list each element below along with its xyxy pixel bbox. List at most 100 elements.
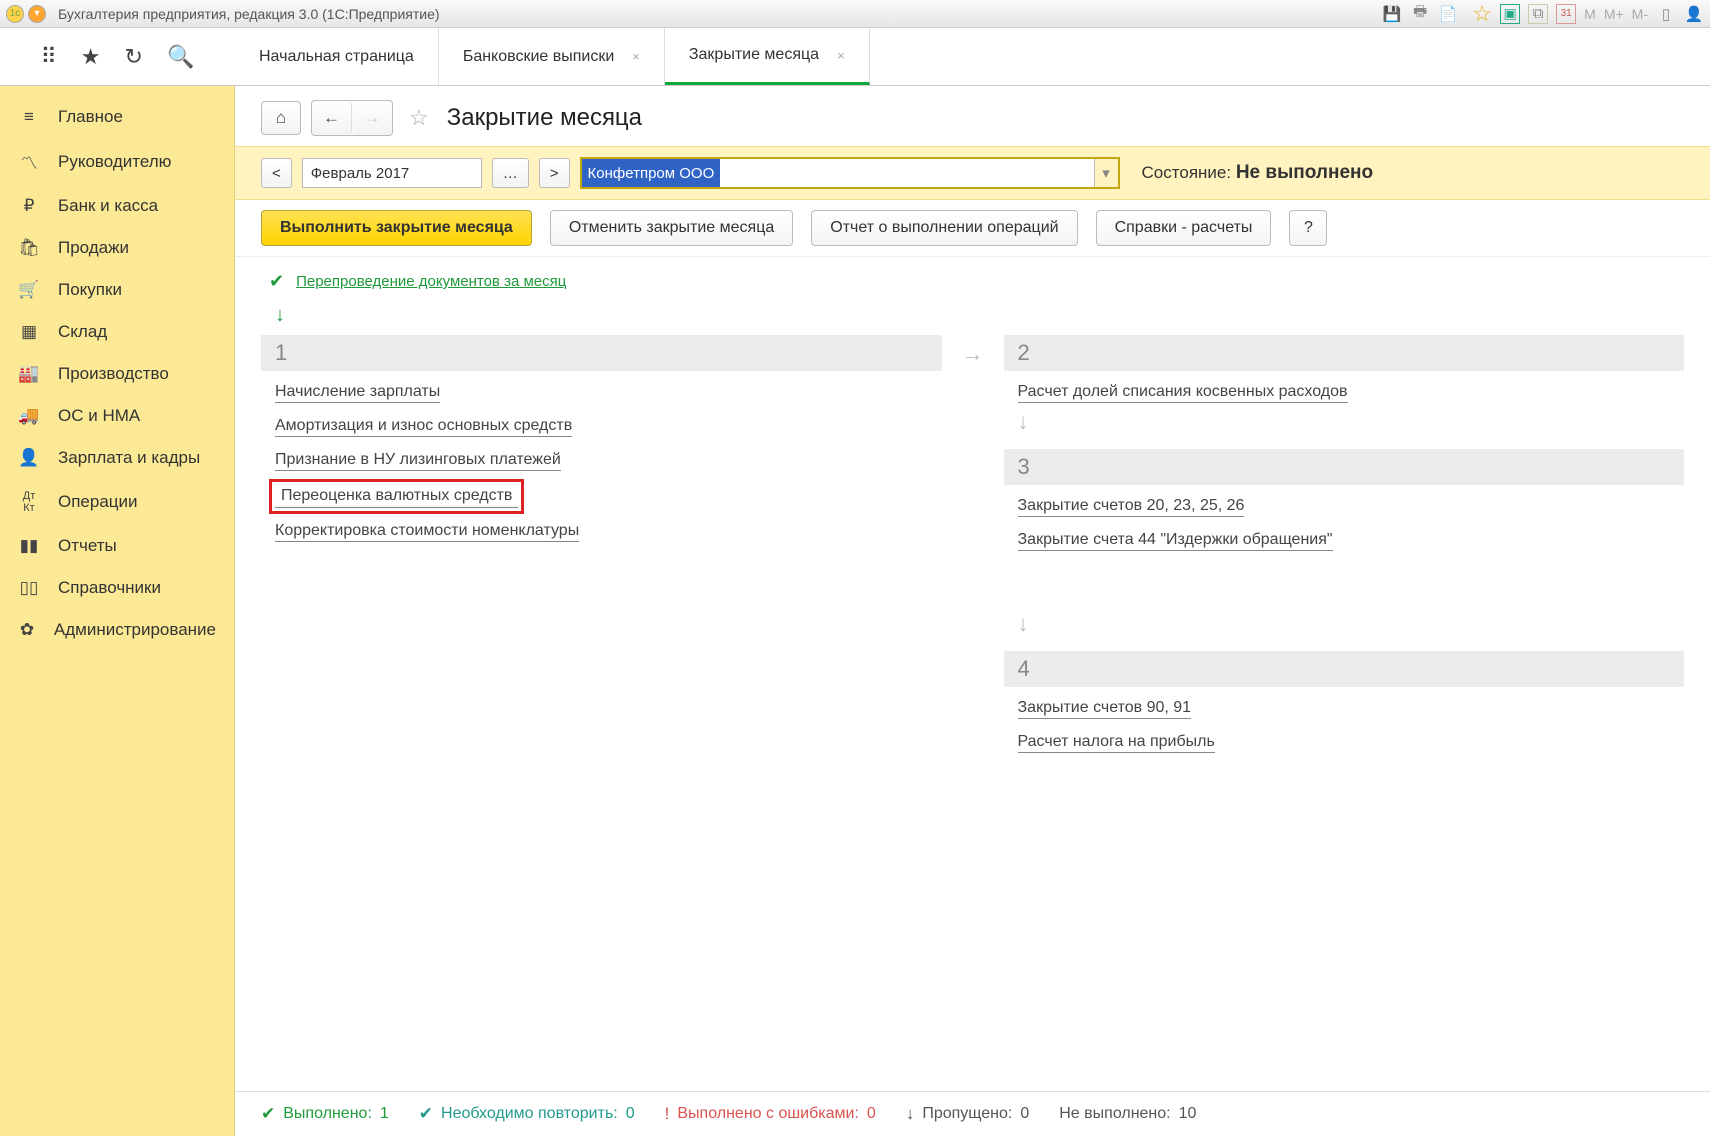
arrow-down-icon: ↓: [1018, 409, 1671, 435]
operation-link[interactable]: Амортизация и износ основных средств: [275, 417, 572, 437]
sidebar-item-label: Отчеты: [58, 536, 117, 556]
tab-label: Закрытие месяца: [689, 46, 819, 64]
organization-select[interactable]: Конфетпром ООО ▾: [580, 157, 1120, 189]
alert-icon: !: [665, 1104, 670, 1124]
favorite-page-icon[interactable]: ☆: [409, 105, 429, 131]
calendar-icon[interactable]: 31: [1556, 4, 1576, 24]
sidebar-item-label: Зарплата и кадры: [58, 448, 200, 468]
user-icon[interactable]: 👤: [1684, 4, 1704, 24]
operations-report-button[interactable]: Отчет о выполнении операций: [811, 210, 1077, 246]
state-label: Состояние: Не выполнено: [1142, 162, 1374, 184]
sidebar-item-manager[interactable]: 〽Руководителю: [0, 138, 234, 185]
sidebar-item-reports[interactable]: ▮▮Отчеты: [0, 525, 234, 567]
books-icon: ▯▯: [18, 578, 40, 598]
dtkt-icon: ДтКт: [18, 490, 40, 514]
close-icon[interactable]: ×: [837, 48, 845, 63]
sidebar-item-assets[interactable]: 🚚ОС и НМА: [0, 395, 234, 437]
sidebar-item-admin[interactable]: ✿ Администрирование: [0, 609, 234, 651]
sidebar-item-production[interactable]: 🏭Производство: [0, 353, 234, 395]
navigation-sidebar: ≡Главное 〽Руководителю ₽ Банк и касса 🛍Пр…: [0, 86, 235, 1136]
history-icon[interactable]: ↻: [125, 44, 143, 70]
check-icon: ✔: [419, 1104, 433, 1124]
app-logo-icon: 1c: [6, 5, 24, 23]
sidebar-item-label: Операции: [58, 492, 138, 512]
close-icon[interactable]: ×: [632, 49, 640, 64]
tab-label: Банковские выписки: [463, 48, 614, 66]
sidebar-item-label: Руководителю: [58, 152, 171, 172]
period-picker-button[interactable]: …: [492, 158, 529, 188]
panel-icon[interactable]: ▯: [1656, 4, 1676, 24]
main-panel: ⌂ ← → ☆ Закрытие месяца < Февраль 2017 ……: [235, 86, 1710, 1136]
arrow-down-icon: ↓: [1018, 611, 1671, 637]
sidebar-item-bank[interactable]: ₽ Банк и касса: [0, 185, 234, 227]
sidebar-item-label: Администрирование: [54, 620, 216, 640]
sidebar-item-hr[interactable]: 👤Зарплата и кадры: [0, 437, 234, 479]
operation-link[interactable]: Расчет долей списания косвенных расходов: [1018, 383, 1348, 403]
sidebar-item-main[interactable]: ≡Главное: [0, 96, 234, 138]
group-2-header: 2: [1004, 335, 1685, 371]
apps-icon[interactable]: ⠿: [41, 44, 57, 70]
operation-link[interactable]: Расчет налога на прибыль: [1018, 733, 1215, 753]
star-nav-icon[interactable]: ★: [81, 44, 101, 70]
sidebar-item-stock[interactable]: ▦Склад: [0, 311, 234, 353]
gear-icon: ✿: [18, 620, 36, 640]
doc-icon[interactable]: 📄: [1438, 4, 1458, 24]
bag-icon: 🛍: [18, 238, 40, 258]
sidebar-item-sales[interactable]: 🛍Продажи: [0, 227, 234, 269]
content-area: ✔ Перепроведение документов за месяц ↓ 1…: [235, 257, 1710, 1091]
sidebar-item-purchases[interactable]: 🛒Покупки: [0, 269, 234, 311]
memory-m[interactable]: M: [1584, 6, 1596, 22]
operation-link[interactable]: Корректировка стоимости номенклатуры: [275, 522, 579, 542]
period-field[interactable]: Февраль 2017: [302, 158, 482, 188]
prev-period-button[interactable]: <: [261, 158, 292, 188]
tab-bank[interactable]: Банковские выписки ×: [439, 28, 665, 85]
nav-star-icon[interactable]: ▣: [1500, 4, 1520, 24]
home-button[interactable]: ⌂: [261, 101, 301, 135]
page-header: ⌂ ← → ☆ Закрытие месяца: [235, 86, 1710, 146]
tab-bar: Начальная страница Банковские выписки × З…: [235, 28, 870, 85]
print-icon[interactable]: 🖶: [1410, 4, 1430, 24]
repost-link[interactable]: Перепроведение документов за месяц: [296, 273, 566, 290]
status-bar: ✔Выполнено: 1 ✔Необходимо повторить: 0 !…: [235, 1091, 1710, 1136]
save-icon[interactable]: 💾: [1382, 4, 1402, 24]
back-button[interactable]: ←: [312, 101, 352, 135]
operation-link[interactable]: Закрытие счетов 90, 91: [1018, 699, 1192, 719]
memory-mplus[interactable]: M+: [1604, 6, 1624, 22]
page-title: Закрытие месяца: [447, 104, 642, 132]
calc-icon[interactable]: ⧉: [1528, 4, 1548, 24]
arrow-right-icon: →: [962, 341, 984, 367]
cancel-closing-button[interactable]: Отменить закрытие месяца: [550, 210, 793, 246]
tab-start[interactable]: Начальная страница: [235, 28, 439, 85]
factory-icon: 🏭: [18, 364, 40, 384]
references-button[interactable]: Справки - расчеты: [1096, 210, 1272, 246]
chevron-down-icon[interactable]: ▾: [1094, 159, 1118, 187]
check-icon: ✔: [269, 271, 284, 292]
tab-closing[interactable]: Закрытие месяца ×: [665, 28, 870, 85]
group-3-header: 3: [1004, 449, 1685, 485]
operation-link[interactable]: Закрытие счета 44 "Издержки обращения": [1018, 531, 1333, 551]
help-button[interactable]: ?: [1289, 210, 1327, 246]
boxes-icon: ▦: [18, 322, 40, 342]
arrow-down-icon: ↓: [906, 1104, 915, 1124]
cart-icon: 🛒: [18, 280, 40, 300]
dropdown-circle-icon[interactable]: ▾: [28, 5, 46, 23]
status-repeat: ✔Необходимо повторить: 0: [419, 1104, 635, 1124]
sidebar-item-operations[interactable]: ДтКт Операции: [0, 479, 234, 525]
search-icon[interactable]: 🔍: [167, 44, 194, 70]
status-pending: Не выполнено: 10: [1059, 1105, 1196, 1123]
run-closing-button[interactable]: Выполнить закрытие месяца: [261, 210, 532, 246]
memory-mminus[interactable]: M-: [1632, 6, 1648, 22]
sidebar-item-catalogs[interactable]: ▯▯Справочники: [0, 567, 234, 609]
tab-label: Начальная страница: [259, 48, 414, 66]
status-skipped: ↓Пропущено: 0: [906, 1104, 1029, 1124]
sidebar-item-label: Банк и касса: [58, 196, 158, 216]
operation-link[interactable]: Закрытие счетов 20, 23, 25, 26: [1018, 497, 1245, 517]
operation-link[interactable]: Признание в НУ лизинговых платежей: [275, 451, 561, 471]
forward-button[interactable]: →: [352, 101, 392, 135]
next-period-button[interactable]: >: [539, 158, 570, 188]
operation-link[interactable]: Начисление зарплаты: [275, 383, 440, 403]
operation-link-highlighted[interactable]: Переоценка валютных средств: [275, 485, 518, 508]
favorite-icon[interactable]: ☆: [1472, 4, 1492, 24]
ruble-icon: ₽: [18, 196, 40, 216]
window-titlebar: 1c ▾ Бухгалтерия предприятия, редакция 3…: [0, 0, 1710, 28]
